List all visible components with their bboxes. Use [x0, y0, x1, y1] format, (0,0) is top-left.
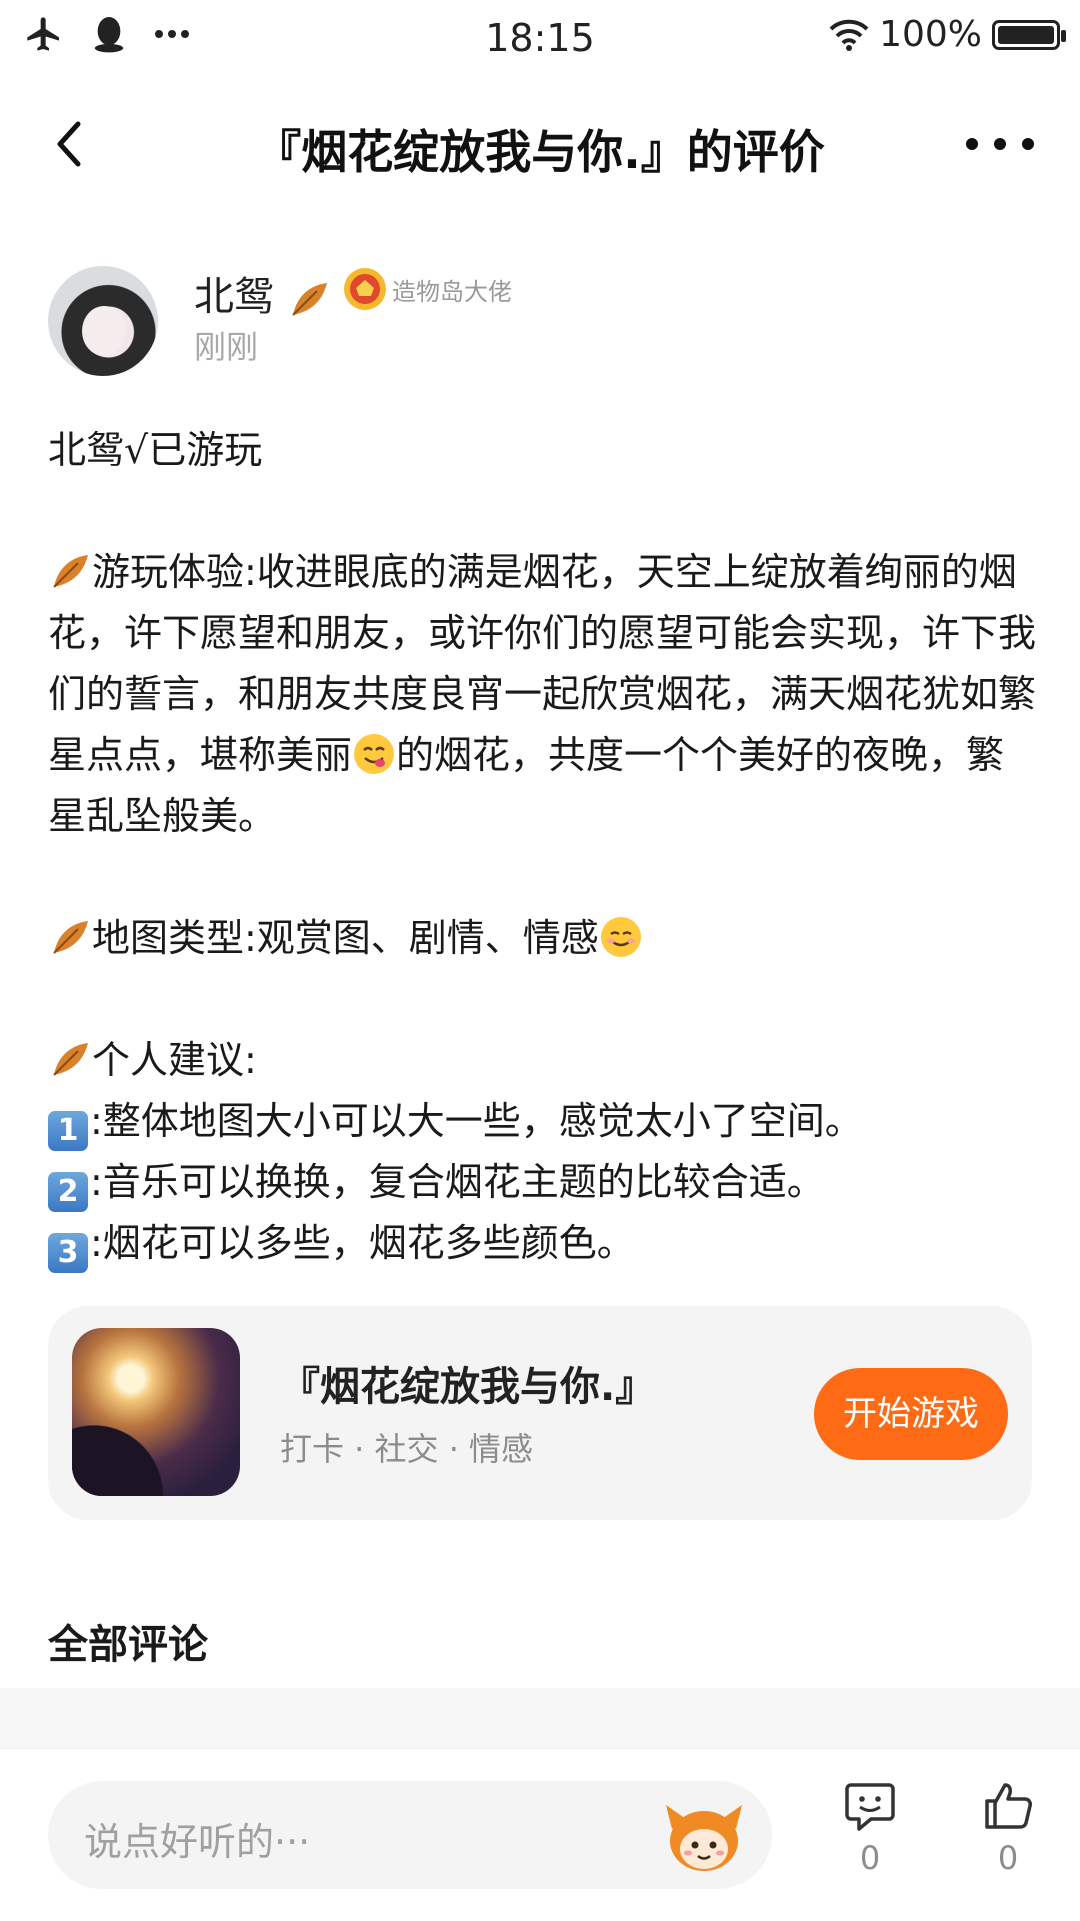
advice-item: 2:音乐可以换换，复合烟花主题的比较合适。	[48, 1152, 1038, 1213]
game-title: 『烟花绽放我与你.』	[280, 1364, 656, 1410]
smiling-face-emoji-icon	[600, 917, 641, 957]
advice-item: 1:整体地图大小可以大一些，感觉太小了空间。	[48, 1091, 1038, 1152]
thumbs-up-icon	[985, 1783, 1032, 1829]
autumn-leaf-icon	[53, 555, 88, 588]
review-title-line: 北鸳√已游玩	[48, 428, 263, 472]
start-game-button[interactable]: 开始游戏	[814, 1368, 1008, 1460]
yum-face-emoji-icon	[354, 734, 395, 774]
medal-icon	[344, 268, 386, 310]
keycap-number-icon: 3	[48, 1233, 88, 1273]
battery-percent: 100%	[879, 14, 982, 55]
game-card[interactable]: 『烟花绽放我与你.』 打卡 · 社交 · 情感 开始游戏	[48, 1306, 1032, 1520]
map-type-line: 地图类型:观赏图、剧情、情感	[48, 908, 1038, 969]
battery-fill	[998, 25, 1054, 44]
thumbnail-tree-silhouette	[72, 1406, 182, 1496]
advice-text: :烟花可以多些，烟花多些颜色。	[90, 1221, 635, 1265]
comments-heading: 全部评论	[48, 1622, 208, 1668]
more-options-icon[interactable]	[960, 126, 1040, 162]
map-type-text: 地图类型:观赏图、剧情、情感	[92, 916, 599, 960]
post-time: 刚刚	[194, 328, 259, 366]
review-author: 北鸳 造物岛大佬 刚刚	[48, 258, 1028, 378]
badge-label: 造物岛大佬	[392, 277, 512, 306]
avatar[interactable]	[48, 266, 158, 376]
keycap-number-icon: 2	[48, 1172, 88, 1212]
mascot-sticker-icon[interactable]	[664, 1799, 744, 1875]
game-thumbnail[interactable]	[72, 1328, 240, 1496]
battery-icon	[992, 19, 1066, 50]
status-right: 100%	[829, 14, 1066, 55]
advice-heading: 个人建议:	[92, 1038, 257, 1082]
comment-bubble-icon	[845, 1783, 895, 1831]
game-tags: 打卡 · 社交 · 情感	[280, 1430, 534, 1468]
experience-paragraph: 游玩体验:收进眼底的满是烟花，天空上绽放着绚丽的烟花，许下愿望和朋友，或许你们的…	[48, 542, 1038, 847]
page-title: 『烟花绽放我与你.』的评价	[255, 125, 825, 179]
autumn-leaf-icon	[53, 1043, 88, 1076]
author-name[interactable]: 北鸳	[194, 274, 274, 320]
comment-count: 0	[859, 1839, 881, 1877]
like-count: 0	[997, 1839, 1019, 1877]
autumn-leaf-icon	[292, 283, 327, 316]
autumn-leaf-icon	[53, 921, 88, 954]
comment-action[interactable]: 0	[830, 1779, 910, 1877]
creator-badge: 造物岛大佬	[342, 266, 512, 312]
nav-bar: 『烟花绽放我与你.』的评价	[0, 86, 1080, 202]
status-bar: 18:15 100%	[0, 0, 1080, 76]
avatar-face	[82, 306, 126, 356]
comments-area	[0, 1688, 1080, 1748]
comment-input-placeholder: 说点好听的···	[84, 1820, 311, 1864]
like-action[interactable]: 0	[968, 1779, 1048, 1877]
review-body: 北鸳√已游玩 游玩体验:收进眼底的满是烟花，天空上绽放着绚丽的烟花，许下愿望和朋…	[48, 420, 1038, 1274]
comment-input[interactable]: 说点好听的···	[48, 1781, 772, 1889]
keycap-number-icon: 1	[48, 1111, 88, 1151]
advice-heading-line: 个人建议:	[48, 1030, 1038, 1091]
advice-item: 3:烟花可以多些，烟花多些颜色。	[48, 1213, 1038, 1274]
author-name-row: 北鸳	[194, 264, 331, 322]
bottom-action-bar: 说点好听的··· 0 0	[0, 1748, 1080, 1921]
wifi-icon	[829, 19, 869, 51]
advice-text: :音乐可以换换，复合烟花主题的比较合适。	[90, 1160, 825, 1204]
advice-text: :整体地图大小可以大一些，感觉太小了空间。	[90, 1099, 863, 1143]
